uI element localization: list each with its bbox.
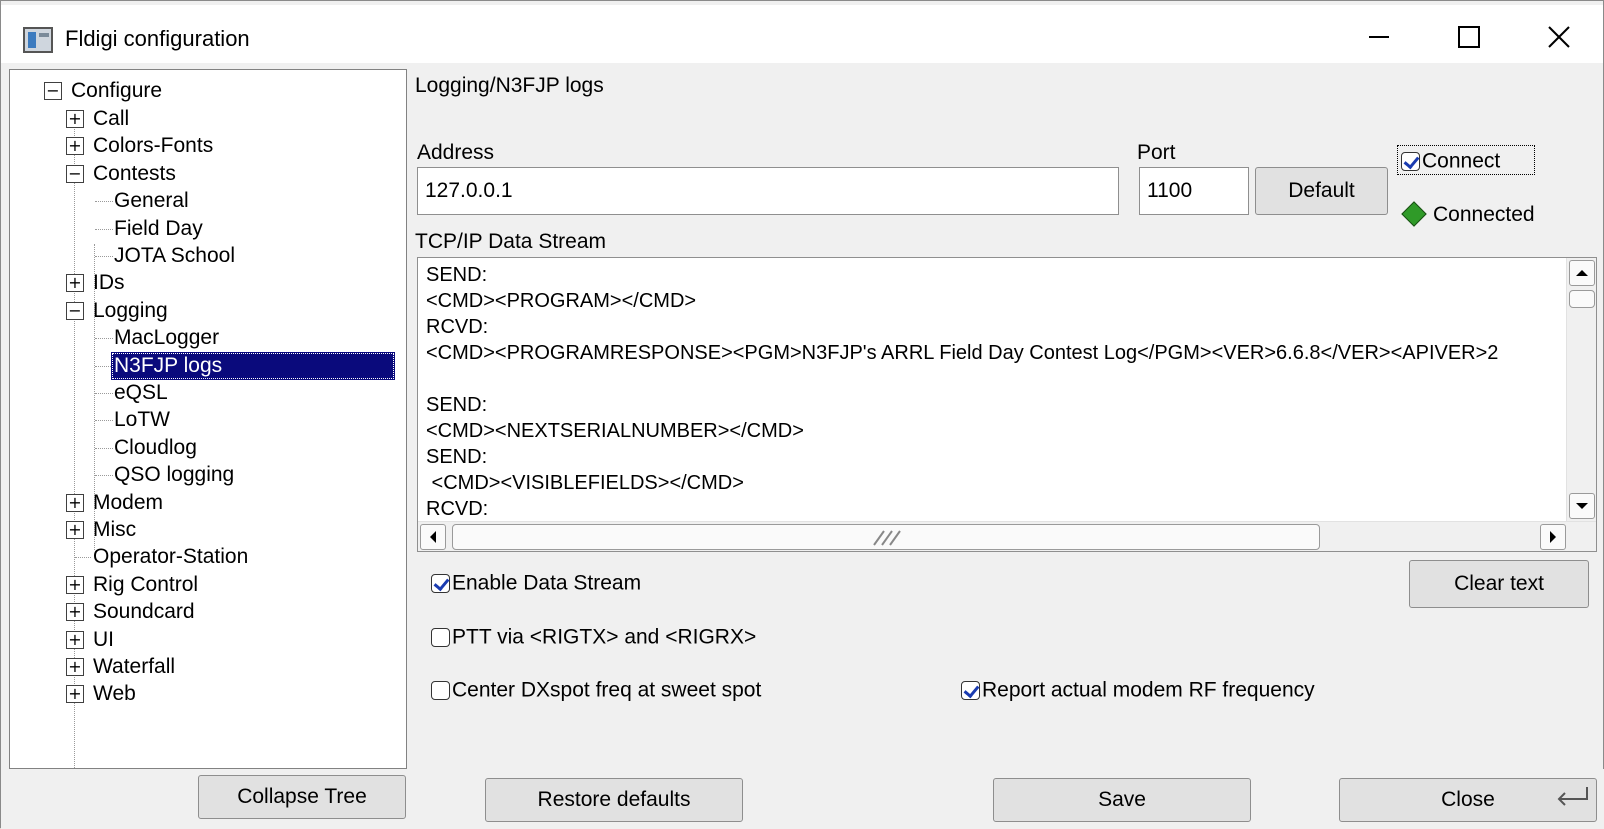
expand-toggle-icon[interactable]: + xyxy=(66,630,84,649)
enable-stream-checkbox[interactable]: Enable Data Stream xyxy=(431,568,641,598)
center-dx-check-icon[interactable] xyxy=(431,680,450,700)
tree-label: eQSL xyxy=(114,381,168,404)
window-title: Fldigi configuration xyxy=(65,26,250,51)
vertical-scrollbar[interactable] xyxy=(1566,258,1596,523)
address-input[interactable] xyxy=(417,167,1119,215)
address-label: Address xyxy=(417,141,495,164)
scroll-left-button[interactable] xyxy=(420,524,446,550)
tree-label: Soundcard xyxy=(93,600,195,624)
horizontal-scrollbar[interactable] xyxy=(418,521,1596,551)
enable-stream-check-icon[interactable] xyxy=(431,573,450,593)
chevron-down-icon xyxy=(1576,503,1588,509)
minimize-icon xyxy=(1369,36,1389,38)
expand-toggle-icon[interactable]: + xyxy=(66,274,84,293)
ptt-label: PTT via <RIGTX> and <RIGRX> xyxy=(452,625,757,649)
stream-content: SEND: <CMD><PROGRAM></CMD> RCVD: <CMD><P… xyxy=(426,264,1499,520)
ptt-check-icon[interactable] xyxy=(431,627,450,647)
expand-toggle-icon[interactable]: + xyxy=(66,658,84,676)
expand-toggle-icon[interactable]: + xyxy=(66,575,84,594)
connect-check-icon[interactable] xyxy=(1401,151,1420,171)
chevron-up-icon xyxy=(1576,270,1588,276)
tree-label: Field Day xyxy=(114,216,203,240)
tree-label: Logging xyxy=(93,298,168,322)
tree-guide-line xyxy=(74,110,75,780)
section-title: Logging/N3FJP logs xyxy=(415,74,604,97)
scroll-up-button[interactable] xyxy=(1569,260,1595,286)
fldigi-app-icon xyxy=(23,27,53,53)
title-bar[interactable]: Fldigi configuration xyxy=(1,5,1603,63)
tree-label: LoTW xyxy=(114,408,171,432)
expand-toggle-icon[interactable]: + xyxy=(66,603,84,622)
tree-label: QSO logging xyxy=(114,463,235,487)
report-rf-label: Report actual modem RF frequency xyxy=(982,678,1315,702)
maximize-icon xyxy=(1458,26,1480,48)
minimize-button[interactable] xyxy=(1351,15,1409,61)
tree-label: Configure xyxy=(71,79,163,102)
port-label: Port xyxy=(1137,141,1176,164)
port-input[interactable] xyxy=(1139,167,1249,215)
chevron-left-icon xyxy=(430,531,436,543)
maximize-button[interactable] xyxy=(1441,15,1499,61)
tree-label: Contests xyxy=(93,161,176,185)
tree-label: General xyxy=(114,189,189,213)
report-rf-checkbox[interactable]: Report actual modem RF frequency xyxy=(961,675,1315,705)
tree-label: Misc xyxy=(93,518,137,541)
stream-label: TCP/IP Data Stream xyxy=(415,230,607,253)
return-key-icon xyxy=(1557,787,1588,806)
tree-label: N3FJP logs xyxy=(111,351,395,380)
tree-label: Call xyxy=(93,107,130,130)
tree-label: JOTA School xyxy=(114,244,235,267)
enable-stream-label: Enable Data Stream xyxy=(452,571,642,595)
collapse-toggle-icon[interactable]: − xyxy=(66,164,84,183)
scroll-right-button[interactable] xyxy=(1540,524,1566,550)
tree-label: Operator-Station xyxy=(93,545,249,569)
horizontal-scroll-thumb[interactable] xyxy=(452,524,1320,550)
save-button[interactable]: Save xyxy=(993,778,1251,822)
connect-label: Connect xyxy=(1422,149,1501,173)
close-icon xyxy=(1548,26,1570,48)
expand-toggle-icon[interactable]: + xyxy=(66,137,84,156)
expand-toggle-icon[interactable]: + xyxy=(66,493,84,512)
expand-toggle-icon[interactable]: + xyxy=(66,685,84,704)
chevron-right-icon xyxy=(1550,531,1556,543)
scroll-down-button[interactable] xyxy=(1569,493,1595,519)
default-button[interactable]: Default xyxy=(1255,167,1388,215)
restore-defaults-button[interactable]: Restore defaults xyxy=(485,778,743,822)
ptt-checkbox[interactable]: PTT via <RIGTX> and <RIGRX> xyxy=(431,622,756,652)
tree-label: Modem xyxy=(93,490,164,514)
collapse-toggle-icon[interactable]: − xyxy=(44,82,62,100)
data-stream-text[interactable]: SEND: <CMD><PROGRAM></CMD> RCVD: <CMD><P… xyxy=(417,257,1597,552)
report-rf-check-icon[interactable] xyxy=(961,680,980,700)
tree-label: Cloudlog xyxy=(114,435,197,459)
tree-label: Colors-Fonts xyxy=(93,134,214,158)
connect-checkbox[interactable]: Connect xyxy=(1401,146,1500,176)
vertical-scroll-thumb[interactable] xyxy=(1569,290,1595,308)
diamond-led-icon xyxy=(1401,201,1427,227)
config-window: Fldigi configuration − Configure + Call + C… xyxy=(0,0,1604,829)
tree-label: Rig Control xyxy=(93,572,199,596)
tree-guide-line xyxy=(75,557,91,559)
tree-label: Web xyxy=(93,682,136,706)
clear-text-button[interactable]: Clear text xyxy=(1409,560,1589,608)
expand-toggle-icon[interactable]: + xyxy=(66,110,84,128)
tree-label: Waterfall xyxy=(93,655,176,678)
center-dx-label: Center DXspot freq at sweet spot xyxy=(452,678,762,702)
tree-label: MacLogger xyxy=(114,326,220,350)
tree-label: IDs xyxy=(93,271,125,295)
collapse-tree-button[interactable]: Collapse Tree xyxy=(198,775,406,819)
center-dx-checkbox[interactable]: Center DXspot freq at sweet spot xyxy=(431,675,761,705)
collapse-toggle-icon[interactable]: − xyxy=(66,301,84,320)
close-window-button[interactable] xyxy=(1531,15,1589,61)
connection-status: Connected xyxy=(1433,203,1535,226)
expand-toggle-icon[interactable]: + xyxy=(66,521,84,539)
tree-label: UI xyxy=(93,627,114,651)
grip-icon xyxy=(873,530,901,546)
config-tree[interactable]: − Configure + Call + Colors-Fonts − Contests G… xyxy=(9,69,407,780)
